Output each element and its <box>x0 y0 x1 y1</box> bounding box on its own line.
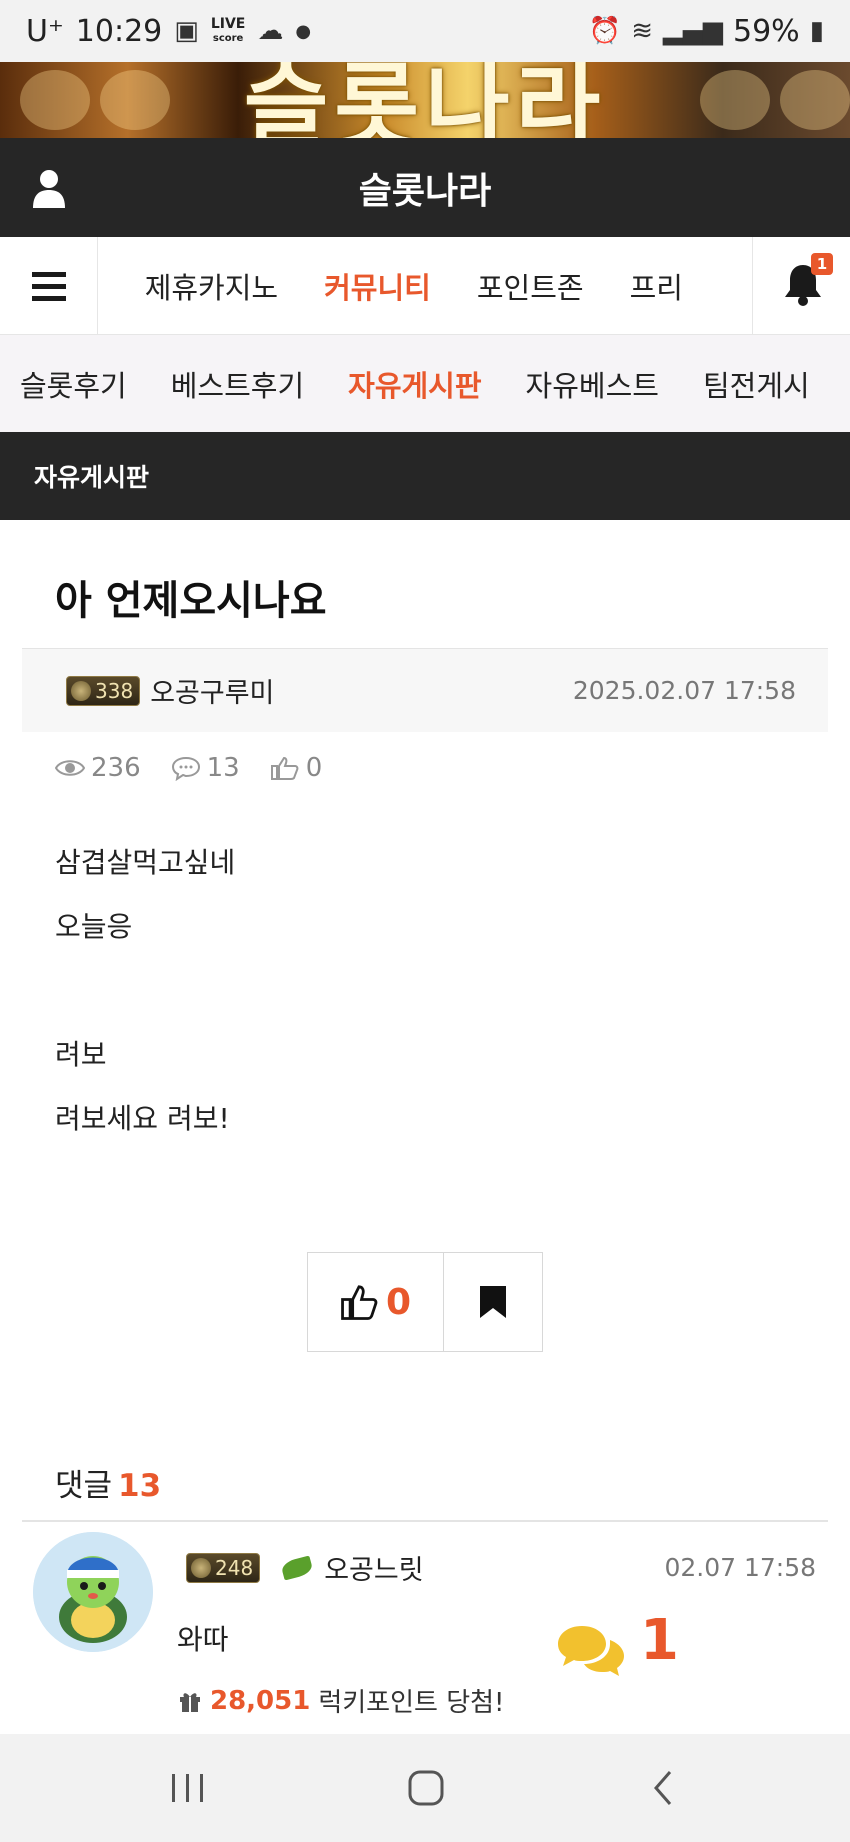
site-banner[interactable]: 슬롯나라 <box>0 62 850 138</box>
comment-author[interactable]: 오공느릿 <box>324 1548 423 1587</box>
status-right: ⏰ ≋ ▂▄▆ 59% ▮ <box>589 14 824 49</box>
android-nav-bar <box>0 1734 850 1842</box>
battery-icon: ▮ <box>809 16 824 46</box>
likes-count: 0 <box>305 753 323 783</box>
notification-button[interactable]: 1 <box>752 237 850 335</box>
post-date: 2025.02.07 17:58 <box>572 676 796 705</box>
subnav-team-board[interactable]: 팀전게시 <box>703 363 810 405</box>
lucky-text: 럭키포인트 당첨! <box>318 1688 505 1718</box>
likes-stat: 0 <box>270 753 323 783</box>
status-time: 10:29 <box>75 13 163 49</box>
turtle-avatar-icon <box>33 1532 153 1652</box>
subnav-free-board[interactable]: 자유게시판 <box>348 363 481 405</box>
nav-item-community[interactable]: 커뮤니티 <box>324 265 431 307</box>
comment-icon <box>171 756 200 781</box>
comments-stat: 13 <box>171 753 240 783</box>
post-body-line: 려보 <box>55 1038 107 1071</box>
post-body-line: 오늘응 <box>55 910 133 943</box>
leaf-icon <box>280 1554 315 1581</box>
subnav-slot-review[interactable]: 슬롯후기 <box>20 363 127 405</box>
main-nav-scroll[interactable]: 인 제휴카지노 커뮤니티 포인트존 프리 <box>98 237 752 335</box>
like-button[interactable]: 0 <box>308 1253 444 1351</box>
post-author[interactable]: 오공구루미 <box>150 671 274 710</box>
post-stats: 236 13 0 <box>55 753 322 783</box>
eye-icon <box>55 760 85 776</box>
lucky-amount: 28,051 <box>210 1685 311 1716</box>
battery-percent: 59% <box>733 13 800 49</box>
status-left: U⁺ 10:29 ▣ LIVE score ☁ ● <box>26 14 311 49</box>
cloud-icon: ☁ <box>257 16 284 46</box>
post-body-line: 려보세요 려보! <box>55 1102 230 1135</box>
board-title: 자유게시판 <box>34 463 150 492</box>
menu-button[interactable] <box>0 237 98 335</box>
nav-item-free[interactable]: 프리 <box>630 265 683 307</box>
status-bar: U⁺ 10:29 ▣ LIVE score ☁ ● ⏰ ≋ ▂▄▆ 59% ▮ <box>0 0 850 62</box>
subnav-free-best[interactable]: 자유베스트 <box>526 363 659 405</box>
post-actions: 0 <box>307 1252 543 1352</box>
site-title[interactable]: 슬롯나라 <box>359 162 491 214</box>
comment-date: 02.07 17:58 <box>664 1553 816 1582</box>
recent-apps-icon[interactable] <box>168 1766 208 1810</box>
like-button-count: 0 <box>385 1281 412 1323</box>
dot-icon: ● <box>295 20 312 42</box>
commenter-level-badge: 248 <box>186 1552 261 1583</box>
alarm-icon: ⏰ <box>588 16 622 46</box>
thumbs-up-icon <box>341 1285 378 1320</box>
main-nav: 인 제휴카지노 커뮤니티 포인트존 프리 1 <box>0 237 850 335</box>
notification-badge: 1 <box>811 253 833 275</box>
bookmark-button[interactable] <box>444 1253 542 1351</box>
lucky-point-notice: 28,051 럭키포인트 당첨! <box>178 1682 504 1719</box>
nav-item-point-zone[interactable]: 포인트존 <box>477 265 584 307</box>
hamburger-line <box>31 271 66 277</box>
carrier-label: U⁺ <box>26 13 64 49</box>
views-count: 236 <box>91 753 141 783</box>
author-level: 338 <box>95 678 134 703</box>
back-icon[interactable] <box>648 1766 678 1810</box>
avatar[interactable] <box>33 1532 153 1652</box>
post-title: 아 언제오시나요 <box>55 578 327 624</box>
comment-item: 248 오공느릿 02.07 17:58 와따 1 28,051 럭키포인트 당… <box>22 1522 828 1734</box>
signal-icon: ▂▄▆ <box>663 16 723 46</box>
views-stat: 236 <box>55 753 141 783</box>
post-meta: 338 오공구루미 2025.02.07 17:58 <box>22 648 828 732</box>
comments-total: 13 <box>118 1468 162 1504</box>
comment-meta: 248 오공느릿 02.07 17:58 <box>186 1548 816 1587</box>
live-score-icon: LIVE score <box>210 15 246 44</box>
nav-item-partner-casino[interactable]: 제휴카지노 <box>145 265 278 307</box>
top-header: 슬롯나라 <box>0 138 850 237</box>
sub-nav[interactable]: 슬롯후기 베스트후기 자유게시판 자유베스트 팀전게시 <box>0 335 850 432</box>
comments-label: 댓글 <box>55 1468 113 1504</box>
thumbs-up-icon <box>270 756 299 780</box>
post-body-line: 삼겹살먹고싶네 <box>55 846 236 879</box>
replies-icon[interactable] <box>556 1622 626 1678</box>
sub-nav-track: 슬롯후기 베스트후기 자유게시판 자유베스트 팀전게시 <box>20 335 850 432</box>
comments-count: 13 <box>206 753 240 783</box>
wifi-icon: ≋ <box>631 16 653 46</box>
hamburger-line <box>31 283 66 289</box>
banner-logo: 슬롯나라 <box>243 62 607 138</box>
user-icon[interactable] <box>32 168 66 208</box>
author-level-badge: 338 <box>66 675 141 706</box>
level-emblem-icon <box>71 680 91 701</box>
comments-heading: 댓글 13 <box>55 1460 161 1505</box>
post-body: 삼겹살먹고싶네 오늘응 려보 려보세요 려보! <box>55 838 235 1158</box>
gallery-icon: ▣ <box>174 16 199 46</box>
main-nav-track: 인 제휴카지노 커뮤니티 포인트존 프리 <box>98 237 729 335</box>
subnav-best-review[interactable]: 베스트후기 <box>171 363 304 405</box>
nav-item-login[interactable]: 인 <box>98 265 99 307</box>
bookmark-icon <box>480 1286 506 1318</box>
reply-count[interactable]: 1 <box>640 1608 679 1673</box>
home-icon[interactable] <box>404 1766 448 1810</box>
level-emblem-icon <box>191 1557 211 1578</box>
comment-text: 와따 <box>177 1623 229 1656</box>
post-body-line <box>55 966 235 1030</box>
hamburger-line <box>31 295 66 301</box>
board-title-bar: 자유게시판 <box>0 432 850 520</box>
gift-icon <box>180 1692 200 1712</box>
commenter-level: 248 <box>215 1555 254 1580</box>
